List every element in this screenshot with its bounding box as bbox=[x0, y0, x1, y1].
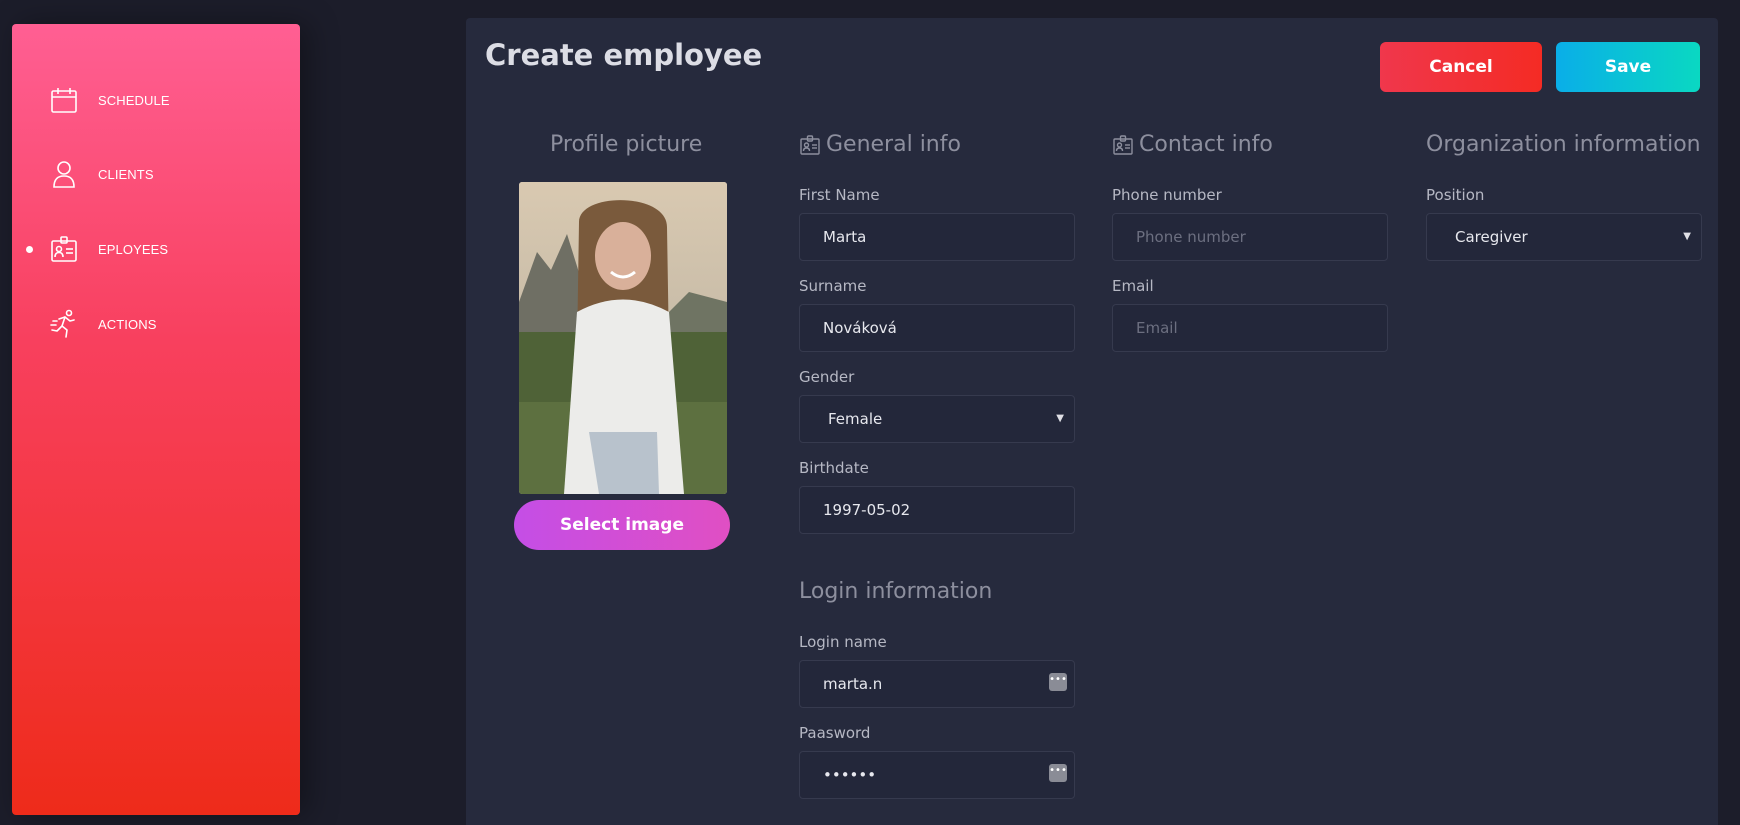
login-name-label: Login name bbox=[799, 633, 887, 651]
gender-selected-value: Female bbox=[828, 410, 883, 428]
contact-info-label: Contact info bbox=[1139, 132, 1273, 157]
save-button[interactable]: Save bbox=[1556, 42, 1700, 92]
sidebar: SCHEDULE CLIENTS EPLOYEES ACTIONS bbox=[12, 24, 300, 815]
position-selected-value: Caregiver bbox=[1455, 228, 1528, 246]
first-name-label: First Name bbox=[799, 186, 880, 204]
email-input[interactable]: Email bbox=[1112, 304, 1388, 352]
birthdate-input[interactable]: 1997-05-02 bbox=[799, 486, 1075, 534]
phone-label: Phone number bbox=[1112, 186, 1222, 204]
autofill-key-icon[interactable]: ••• bbox=[1049, 673, 1067, 691]
sidebar-item-label: SCHEDULE bbox=[98, 93, 170, 108]
active-indicator bbox=[26, 245, 33, 253]
position-select[interactable]: Caregiver ▼ bbox=[1426, 213, 1702, 261]
chevron-down-icon: ▼ bbox=[1683, 231, 1691, 242]
create-employee-panel: Create employee Cancel Save Profile pict… bbox=[466, 18, 1718, 825]
sidebar-item-actions[interactable]: ACTIONS bbox=[12, 304, 300, 344]
password-label: Paasword bbox=[799, 724, 871, 742]
password-value: •••••• bbox=[823, 766, 877, 784]
cancel-button[interactable]: Cancel bbox=[1380, 42, 1542, 92]
sidebar-item-label: ACTIONS bbox=[98, 317, 157, 332]
password-input[interactable]: •••••• ••• bbox=[799, 751, 1075, 799]
calendar-icon bbox=[48, 84, 80, 116]
sidebar-item-label: CLIENTS bbox=[98, 167, 154, 182]
gender-select[interactable]: Female ▼ bbox=[799, 395, 1075, 443]
general-info-title: General info bbox=[799, 132, 961, 157]
sidebar-item-schedule[interactable]: SCHEDULE bbox=[12, 80, 300, 120]
profile-photo bbox=[519, 182, 727, 494]
general-info-label: General info bbox=[826, 132, 961, 157]
profile-picture-title: Profile picture bbox=[550, 132, 703, 157]
surname-label: Surname bbox=[799, 277, 867, 295]
position-label: Position bbox=[1426, 186, 1485, 204]
birthdate-label: Birthdate bbox=[799, 459, 869, 477]
sidebar-item-label: EPLOYEES bbox=[98, 242, 169, 257]
page-title: Create employee bbox=[485, 38, 763, 72]
contact-info-title: Contact info bbox=[1112, 132, 1273, 157]
user-icon bbox=[48, 158, 80, 190]
first-name-input[interactable]: Marta bbox=[799, 213, 1075, 261]
email-label: Email bbox=[1112, 277, 1154, 295]
login-name-value: marta.n bbox=[823, 675, 883, 693]
id-card-icon bbox=[799, 134, 821, 156]
phone-input[interactable]: Phone number bbox=[1112, 213, 1388, 261]
surname-input[interactable]: Nováková bbox=[799, 304, 1075, 352]
id-card-icon bbox=[1112, 134, 1134, 156]
running-person-icon bbox=[48, 308, 80, 340]
sidebar-item-clients[interactable]: CLIENTS bbox=[12, 154, 300, 194]
id-card-icon bbox=[48, 233, 80, 265]
login-name-input[interactable]: marta.n ••• bbox=[799, 660, 1075, 708]
login-info-title: Login information bbox=[799, 579, 993, 604]
autofill-key-icon[interactable]: ••• bbox=[1049, 764, 1067, 782]
chevron-down-icon: ▼ bbox=[1056, 413, 1064, 424]
sidebar-item-employees[interactable]: EPLOYEES bbox=[12, 229, 300, 269]
organization-info-title: Organization information bbox=[1426, 132, 1701, 157]
select-image-button[interactable]: Select image bbox=[514, 500, 730, 550]
gender-label: Gender bbox=[799, 368, 855, 386]
